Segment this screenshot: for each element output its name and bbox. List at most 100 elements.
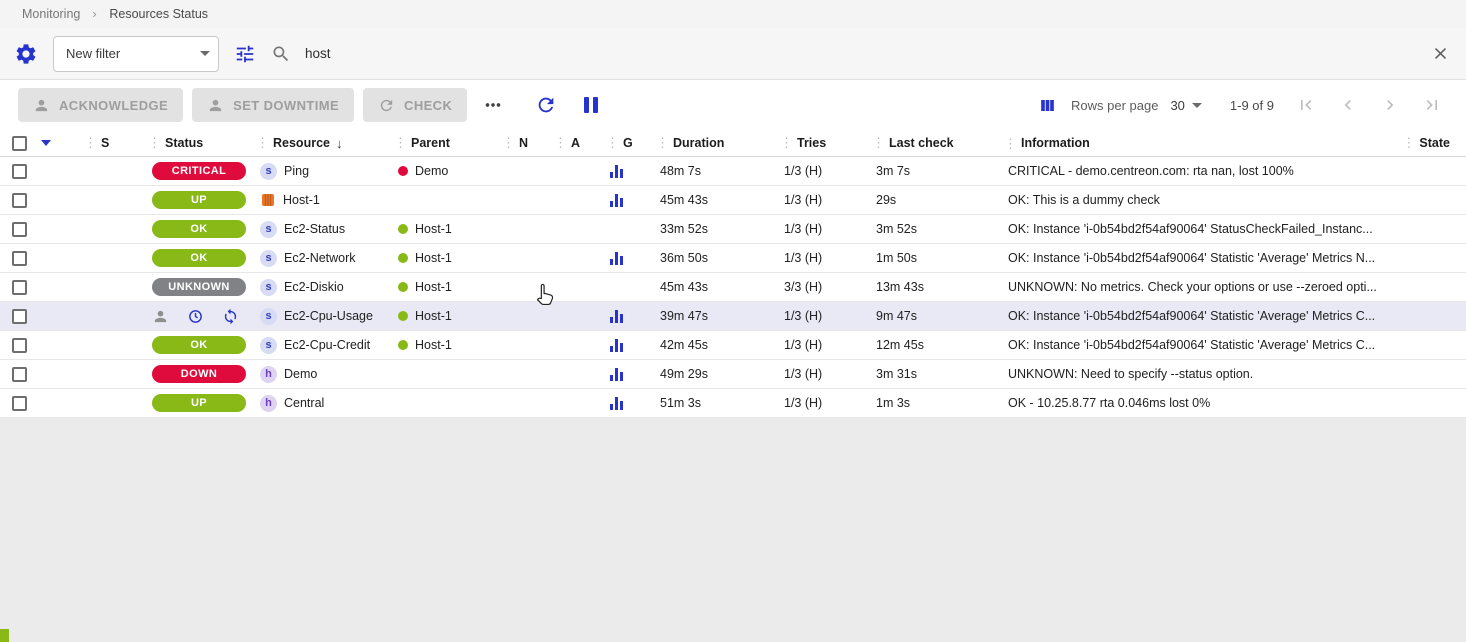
header-tries[interactable]: ⋮ Tries [772,130,864,156]
duration-cell: 45m 43s [648,186,772,214]
row-checkbox[interactable] [12,280,27,295]
notification-cell [494,273,546,301]
table-row[interactable]: UPhCentral51m 3s1/3 (H)1m 3sOK - 10.25.8… [0,389,1466,418]
graph-icon[interactable] [610,368,623,381]
more-actions-button[interactable] [476,92,510,118]
header-label: A [571,136,580,150]
search-area [271,42,1452,65]
header-resource[interactable]: ⋮ Resource ↓ [248,130,386,156]
table-row[interactable]: DOWNhDemo49m 29s1/3 (H)3m 31sUNKNOWN: Ne… [0,360,1466,389]
row-checkbox[interactable] [12,193,27,208]
graph-cell [598,302,648,330]
acknowledged-icon[interactable] [152,308,169,325]
graph-icon[interactable] [610,339,623,352]
table-row[interactable]: CRITICALsPingDemo48m 7s1/3 (H)3m 7sCRITI… [0,157,1466,186]
header-graph[interactable]: ⋮ G [598,130,648,156]
header-duration[interactable]: ⋮ Duration [648,130,772,156]
header-parent[interactable]: ⋮ Parent [386,130,494,156]
graph-icon[interactable] [610,397,623,410]
table-row[interactable]: UPHost-145m 43s1/3 (H)29sOK: This is a d… [0,186,1466,215]
column-grip-icon[interactable]: ⋮ [872,135,885,151]
filter-preset-select[interactable]: New filter [53,36,219,72]
table-row[interactable]: sEc2-Cpu-UsageHost-139m 47s1/3 (H)9m 47s… [0,302,1466,331]
select-all-checkbox[interactable] [12,136,27,151]
resource-cell[interactable]: Host-1 [248,186,386,214]
previous-page-icon[interactable] [1338,95,1358,115]
duration-cell: 36m 50s [648,244,772,272]
row-checkbox[interactable] [12,309,27,324]
select-options-caret-icon[interactable] [41,140,51,146]
refresh-list-button[interactable] [533,92,559,118]
set-downtime-button[interactable]: SET DOWNTIME [192,88,354,122]
rows-per-page-select[interactable]: 30 [1170,98,1201,113]
state-cell [1380,360,1466,388]
header-action[interactable]: ⋮ A [546,130,598,156]
resource-cell[interactable]: sEc2-Cpu-Credit [248,331,386,359]
graph-icon[interactable] [610,310,623,323]
header-status[interactable]: ⋮ Status [140,130,248,156]
column-grip-icon[interactable]: ⋮ [656,135,669,151]
filter-settings-gear-icon[interactable] [14,42,38,66]
table-row[interactable]: OKsEc2-StatusHost-133m 52s1/3 (H)3m 52sO… [0,215,1466,244]
next-page-icon[interactable] [1380,95,1400,115]
column-grip-icon[interactable]: ⋮ [780,135,793,151]
column-grip-icon[interactable]: ⋮ [1004,130,1017,156]
last-page-icon[interactable] [1422,95,1442,115]
resource-cell[interactable]: sPing [248,157,386,185]
table-row[interactable]: OKsEc2-NetworkHost-136m 50s1/3 (H)1m 50s… [0,244,1466,273]
column-grip-icon[interactable]: ⋮ [554,135,567,151]
tries-cell: 1/3 (H) [772,157,864,185]
header-notes[interactable]: ⋮ N [494,130,546,156]
resource-cell[interactable]: sEc2-Diskio [248,273,386,301]
breadcrumb-monitoring[interactable]: Monitoring [22,7,80,21]
column-grip-icon[interactable]: ⋮ [502,135,515,151]
filter-tune-icon[interactable] [234,43,256,65]
graph-icon[interactable] [610,165,623,178]
header-state[interactable]: ⋮ State [1380,130,1466,156]
table-row[interactable]: UNKNOWNsEc2-DiskioHost-145m 43s3/3 (H)13… [0,273,1466,302]
row-checkbox[interactable] [12,222,27,237]
resource-name: Host-1 [283,193,320,207]
header-last-check[interactable]: ⋮ Last check [864,130,996,156]
pause-auto-refresh-button[interactable] [582,95,600,115]
resource-cell[interactable]: hCentral [248,389,386,417]
check-button[interactable]: CHECK [363,88,467,122]
chevron-right-icon [89,9,100,20]
first-page-icon[interactable] [1296,95,1316,115]
column-grip-icon[interactable]: ⋮ [1402,135,1415,151]
resource-cell[interactable]: sEc2-Cpu-Usage [248,302,386,330]
column-grip-icon[interactable]: ⋮ [394,135,407,151]
column-grip-icon[interactable]: ⋮ [148,135,161,151]
column-grip-icon[interactable]: ⋮ [256,135,269,151]
row-checkbox[interactable] [12,338,27,353]
sync-icon[interactable] [222,308,239,325]
parent-cell [386,186,494,214]
header-severity[interactable]: ⋮ S [76,130,140,156]
resource-cell[interactable]: sEc2-Status [248,215,386,243]
resource-cell[interactable]: sEc2-Network [248,244,386,272]
column-grip-icon[interactable]: ⋮ [84,135,97,151]
row-checkbox[interactable] [12,367,27,382]
row-select-cell [0,215,76,243]
row-checkbox[interactable] [12,396,27,411]
sort-descending-icon[interactable]: ↓ [336,136,343,151]
header-label: Parent [411,136,450,150]
edit-columns-button[interactable] [1036,94,1059,117]
graph-icon[interactable] [610,194,623,207]
resource-cell[interactable]: hDemo [248,360,386,388]
status-cell [140,302,248,330]
row-checkbox[interactable] [12,251,27,266]
header-information[interactable]: ⋮ Information [996,130,1380,156]
graph-cell [598,157,648,185]
acknowledge-button[interactable]: ACKNOWLEDGE [18,88,183,122]
column-grip-icon[interactable]: ⋮ [606,135,619,151]
downtime-icon[interactable] [187,308,204,325]
graph-icon[interactable] [610,252,623,265]
parent-status-dot [398,311,408,321]
clear-search-icon[interactable] [1429,42,1452,65]
breadcrumb-resources-status[interactable]: Resources Status [109,7,208,21]
row-checkbox[interactable] [12,164,27,179]
parent-cell: Host-1 [386,244,494,272]
search-input[interactable] [303,45,1417,62]
table-row[interactable]: OKsEc2-Cpu-CreditHost-142m 45s1/3 (H)12m… [0,331,1466,360]
